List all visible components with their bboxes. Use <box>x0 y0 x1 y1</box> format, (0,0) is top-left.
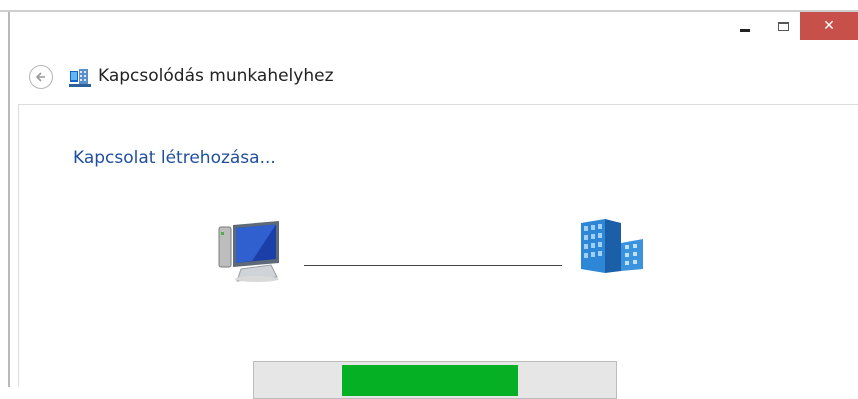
close-button[interactable]: ✕ <box>800 12 858 40</box>
workplace-network-icon <box>69 69 91 87</box>
minimize-icon <box>740 28 750 32</box>
maximize-icon <box>777 21 789 31</box>
wizard-content: Kapcsolat létrehozása... <box>18 104 858 399</box>
progress-bar <box>253 361 617 399</box>
top-border-strip <box>0 0 858 12</box>
minimize-button[interactable] <box>728 12 762 40</box>
connection-line <box>304 265 562 266</box>
maximize-button[interactable] <box>766 12 800 40</box>
title-bar: ✕ <box>10 12 858 46</box>
office-building-icon <box>581 219 643 273</box>
close-icon: ✕ <box>823 18 835 34</box>
back-button[interactable] <box>29 65 53 89</box>
navigation-bar: Kapcsolódás munkahelyhez <box>10 60 858 94</box>
back-arrow-icon <box>35 72 45 82</box>
status-heading: Kapcsolat létrehozása... <box>73 148 276 168</box>
window-title: Kapcsolódás munkahelyhez <box>98 66 334 86</box>
progress-marquee <box>342 365 518 396</box>
dialog-window: ✕ Kapcsolódás munkahelyhez Kapcsolat lét… <box>8 12 858 399</box>
computer-icon <box>218 221 279 282</box>
